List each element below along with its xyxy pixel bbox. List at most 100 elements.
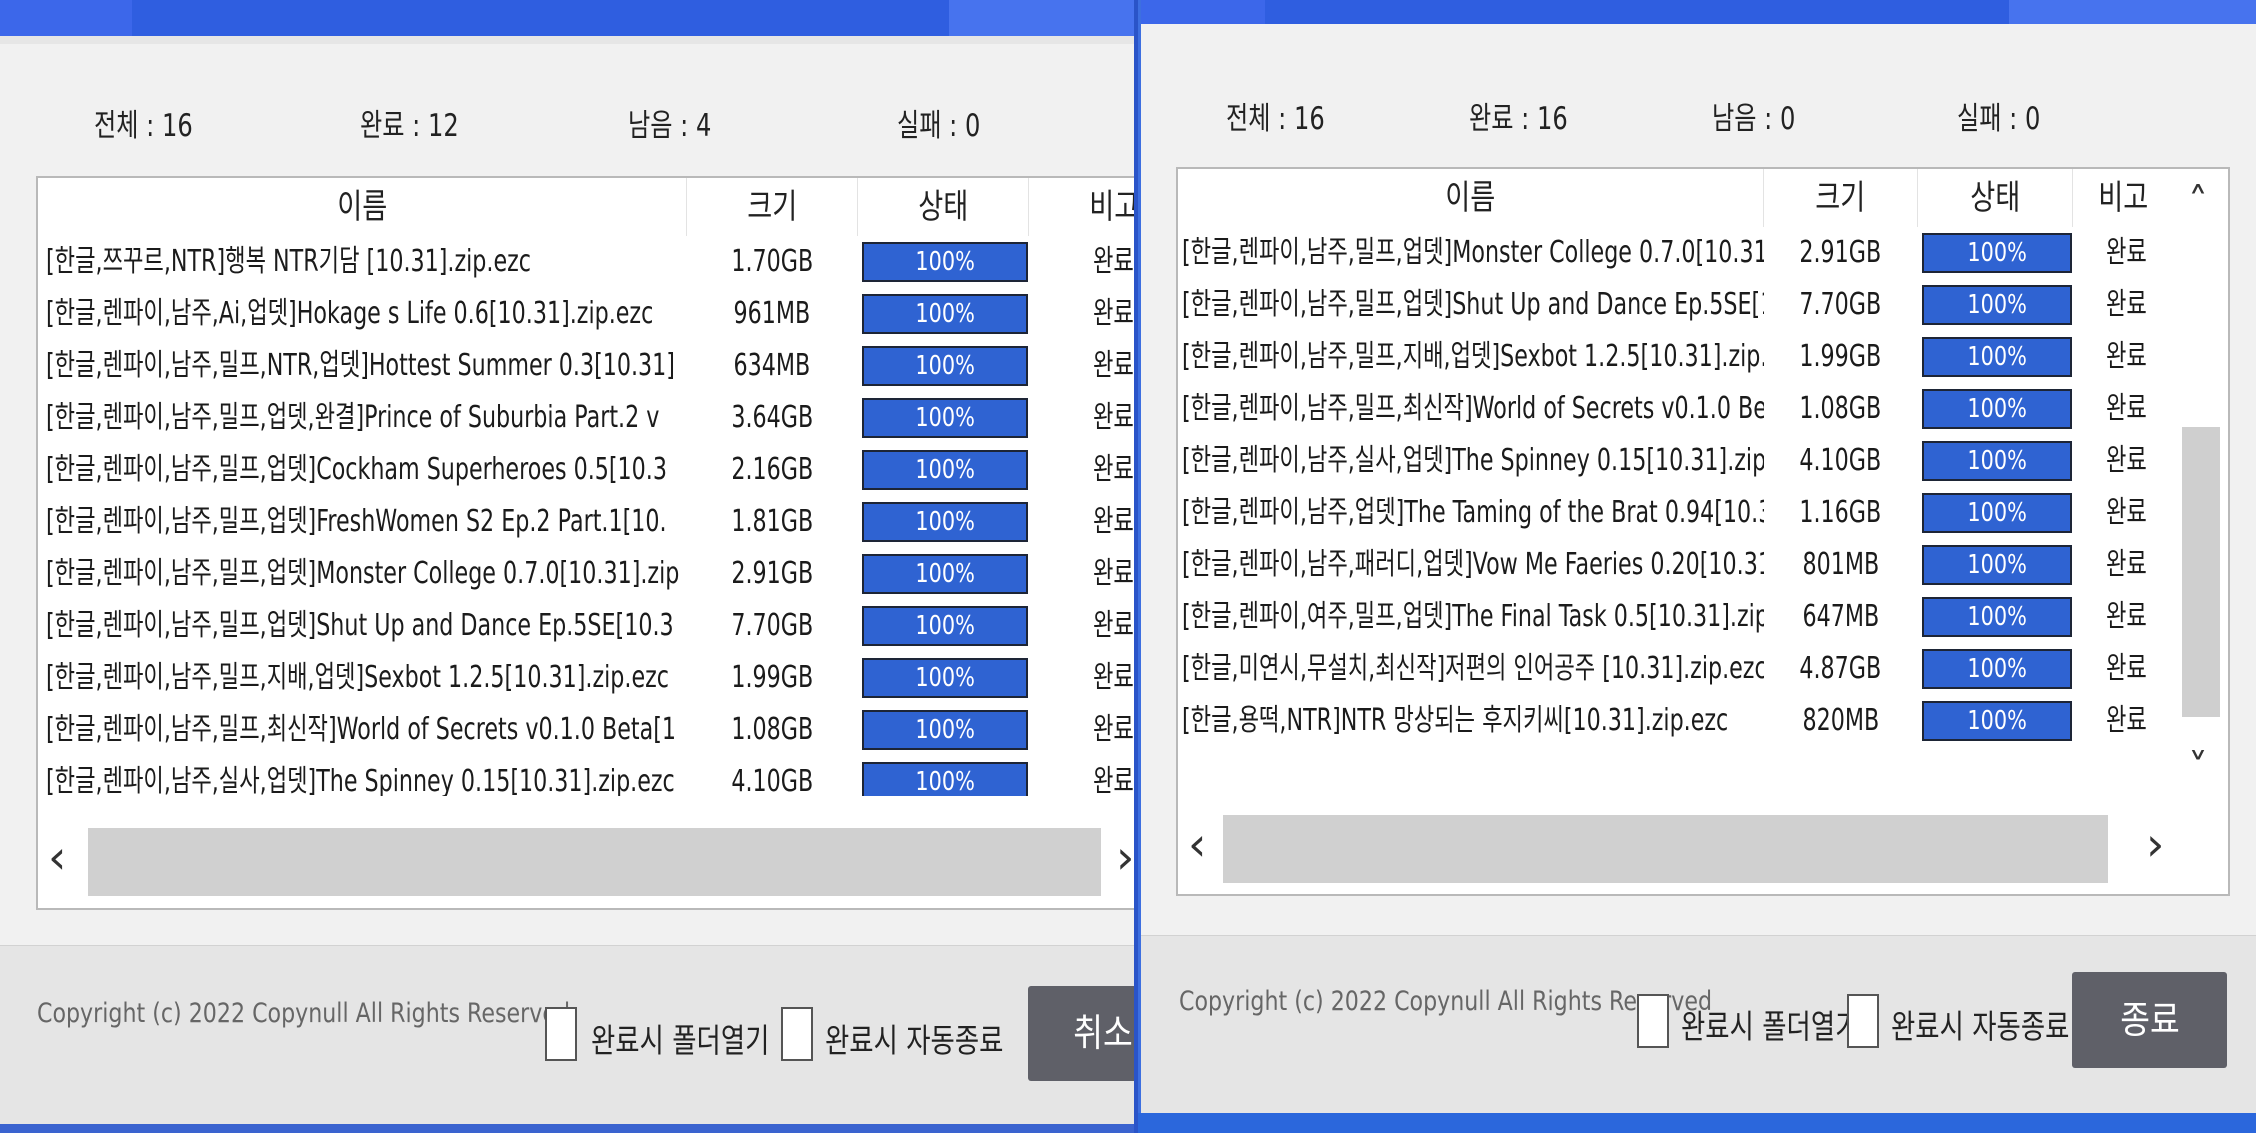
table-row[interactable]: [한글,렌파이,남주,밀프,업뎃]Monster College 0.7.0[1… (1178, 227, 2173, 279)
open-folder-label: 완료시 폴더열기 (1681, 1007, 1860, 1046)
table-row[interactable]: [한글,렌파이,남주,밀프,지배,업뎃]Sexbot 1.2.5[10.31].… (38, 652, 1134, 704)
table-row[interactable]: [한글,렌파이,남주,밀프,업뎃]FreshWomen S2 Ep.2 Part… (38, 496, 1134, 548)
scroll-right-icon[interactable]: › (1116, 834, 1134, 880)
file-name: [한글,렌파이,남주,밀프,업뎃]Monster College 0.7.0[1… (46, 556, 680, 591)
file-size: 1.08GB (731, 712, 813, 747)
progress-bar: 100% (1922, 649, 2072, 689)
column-header-size[interactable]: 크기 (687, 178, 858, 236)
column-header-status[interactable]: 상태 (858, 178, 1029, 236)
file-note: 완료 (2106, 339, 2147, 374)
open-folder-label: 완료시 폴더열기 (591, 1021, 770, 1060)
progress-bar: 100% (1922, 701, 2072, 741)
table-row[interactable]: [한글,렌파이,여주,밀프,업뎃]The Final Task 0.5[10.3… (1178, 591, 2173, 643)
scroll-down-icon[interactable]: ˅ (2188, 749, 2208, 789)
file-name: [한글,렌파이,남주,밀프,업뎃,완결]Prince of Suburbia P… (46, 400, 660, 435)
progress-bar: 100% (862, 502, 1028, 542)
progress-bar: 100% (862, 242, 1028, 282)
stat-fail: 실패 : 0 (897, 108, 981, 144)
file-size: 801MB (1802, 547, 1879, 582)
file-name: [한글,렌파이,남주,밀프,지배,업뎃]Sexbot 1.2.5[10.31].… (46, 660, 669, 695)
column-header-name[interactable]: 이름 (38, 178, 687, 236)
table-row[interactable]: [한글,렌파이,남주,밀프,업뎃,완결]Prince of Suburbia P… (38, 392, 1134, 444)
table-row[interactable]: [한글,렌파이,남주,Ai,업뎃]Hokage s Life 0.6[10.31… (38, 288, 1134, 340)
table-row[interactable]: [한글,렌파이,남주,밀프,업뎃]Shut Up and Dance Ep.5S… (38, 600, 1134, 652)
file-note: 완료 (2106, 287, 2147, 322)
progress-bar: 100% (862, 606, 1028, 646)
table-row[interactable]: [한글,용떡,NTR]NTR 망상되는 후지키씨[10.31].zip.ezc … (1178, 695, 2173, 747)
file-note: 완료 (1093, 504, 1134, 539)
table-row[interactable]: [한글,렌파이,남주,실사,업뎃]The Spinney 0.15[10.31]… (1178, 435, 2173, 487)
table-row[interactable]: [한글,렌파이,남주,밀프,지배,업뎃]Sexbot 1.2.5[10.31].… (1178, 331, 2173, 383)
file-note: 완료 (1093, 712, 1134, 747)
table-row[interactable]: [한글,미연시,무설치,최신작]저편의 인어공주 [10.31].zip.ezc… (1178, 643, 2173, 695)
progress-bar: 100% (1922, 545, 2072, 585)
open-folder-checkbox[interactable] (545, 1007, 577, 1061)
scrollbar-track[interactable] (88, 828, 1101, 896)
scroll-left-icon[interactable]: ‹ (1188, 821, 1206, 867)
stat-fail: 실패 : 0 (1957, 101, 2041, 137)
download-window-right: 전체 : 16 완료 : 16 남음 : 0 실패 : 0 이름 크기 상태 비… (1138, 0, 2256, 1113)
progress-bar: 100% (862, 762, 1028, 796)
exit-button[interactable]: 종료 (2072, 972, 2227, 1068)
file-size: 647MB (1802, 599, 1879, 634)
footer: Copyright (c) 2022 Copynull All Rights R… (0, 945, 1134, 1124)
list-header: 이름 크기 상태 비고 (1178, 169, 2228, 227)
column-header-status[interactable]: 상태 (1918, 169, 2073, 227)
file-name: [한글,렌파이,남주,밀프,업뎃]Shut Up and Dance Ep.5S… (1182, 287, 1764, 322)
horizontal-scrollbar[interactable]: ‹ › (38, 822, 1134, 902)
table-row[interactable]: [한글,렌파이,남주,밀프,업뎃]Cockham Superheroes 0.5… (38, 444, 1134, 496)
open-folder-checkbox[interactable] (1637, 994, 1669, 1048)
copyright-text: Copyright (c) 2022 Copynull All Rights R… (37, 998, 571, 1029)
table-row[interactable]: [한글,렌파이,남주,패러디,업뎃]Vow Me Faeries 0.20[10… (1178, 539, 2173, 591)
file-note: 완료 (2106, 391, 2147, 426)
stat-done: 완료 : 12 (360, 108, 459, 144)
auto-exit-checkbox[interactable] (781, 1007, 813, 1061)
file-name: [한글,렌파이,남주,밀프,NTR,업뎃]Hottest Summer 0.3[… (46, 348, 675, 383)
scroll-left-icon[interactable]: ‹ (48, 834, 66, 880)
progress-bar: 100% (1922, 233, 2072, 273)
file-size: 961MB (733, 296, 811, 331)
file-note: 완료 (2106, 703, 2147, 738)
progress-bar: 100% (1922, 285, 2072, 325)
file-name: [한글,렌파이,여주,밀프,업뎃]The Final Task 0.5[10.3… (1182, 599, 1764, 634)
top-band (0, 36, 1134, 44)
scroll-up-icon[interactable]: ˄ (2188, 183, 2208, 223)
title-bar[interactable] (1141, 0, 2256, 24)
cancel-button[interactable]: 취소 (1028, 986, 1134, 1081)
horizontal-scrollbar[interactable]: ‹ › (1178, 809, 2228, 889)
file-note: 완료 (1093, 660, 1134, 695)
table-row[interactable]: [한글,렌파이,남주,밀프,최신작]World of Secrets v0.1.… (1178, 383, 2173, 435)
file-size: 4.10GB (1799, 443, 1882, 478)
file-list[interactable]: 이름 크기 상태 비고 [한글,렌파이,남주,밀프,업뎃]Monster Col… (1176, 167, 2230, 896)
title-bar-segment (1141, 0, 1265, 24)
column-header-name[interactable]: 이름 (1178, 169, 1764, 227)
scroll-right-icon[interactable]: › (2146, 821, 2164, 867)
progress-bar: 100% (1922, 389, 2072, 429)
vertical-scrollbar[interactable]: ˄ ˅ (2178, 169, 2224, 809)
file-name: [한글,렌파이,남주,밀프,최신작]World of Secrets v0.1.… (1182, 391, 1764, 426)
table-row[interactable]: [한글,쯔꾸르,NTR]행복 NTR기담 [10.31].zip.ezc 1.7… (38, 236, 1134, 288)
stat-remain: 남음 : 4 (628, 108, 712, 144)
scrollbar-thumb[interactable] (2182, 427, 2220, 717)
table-row[interactable]: [한글,렌파이,남주,밀프,업뎃]Monster College 0.7.0[1… (38, 548, 1134, 600)
table-row[interactable]: [한글,렌파이,남주,실사,업뎃]The Spinney 0.15[10.31]… (38, 756, 1134, 796)
file-size: 1.81GB (731, 504, 813, 539)
column-header-note[interactable]: 비고 (2073, 169, 2173, 227)
file-size: 2.16GB (731, 452, 813, 487)
column-header-size[interactable]: 크기 (1764, 169, 1918, 227)
auto-exit-checkbox[interactable] (1847, 994, 1879, 1048)
table-row[interactable]: [한글,렌파이,남주,밀프,업뎃]Shut Up and Dance Ep.5S… (1178, 279, 2173, 331)
file-name: [한글,렌파이,남주,밀프,업뎃]Monster College 0.7.0[1… (1182, 235, 1764, 270)
table-row[interactable]: [한글,렌파이,남주,밀프,최신작]World of Secrets v0.1.… (38, 704, 1134, 756)
column-header-note[interactable]: 비고 (1029, 178, 1134, 236)
file-list[interactable]: 이름 크기 상태 비고 [한글,쯔꾸르,NTR]행복 NTR기담 [10.31]… (36, 176, 1134, 910)
stat-total: 전체 : 16 (1226, 101, 1325, 137)
file-size: 634MB (733, 348, 811, 383)
title-bar[interactable] (0, 0, 1134, 36)
scrollbar-track[interactable] (1223, 815, 2108, 883)
file-name: [한글,렌파이,남주,밀프,업뎃]Cockham Superheroes 0.5… (46, 452, 667, 487)
file-note: 완료 (2106, 651, 2147, 686)
file-name: [한글,렌파이,남주,밀프,업뎃]FreshWomen S2 Ep.2 Part… (46, 504, 667, 539)
table-row[interactable]: [한글,렌파이,남주,업뎃]The Taming of the Brat 0.9… (1178, 487, 2173, 539)
table-row[interactable]: [한글,렌파이,남주,밀프,NTR,업뎃]Hottest Summer 0.3[… (38, 340, 1134, 392)
